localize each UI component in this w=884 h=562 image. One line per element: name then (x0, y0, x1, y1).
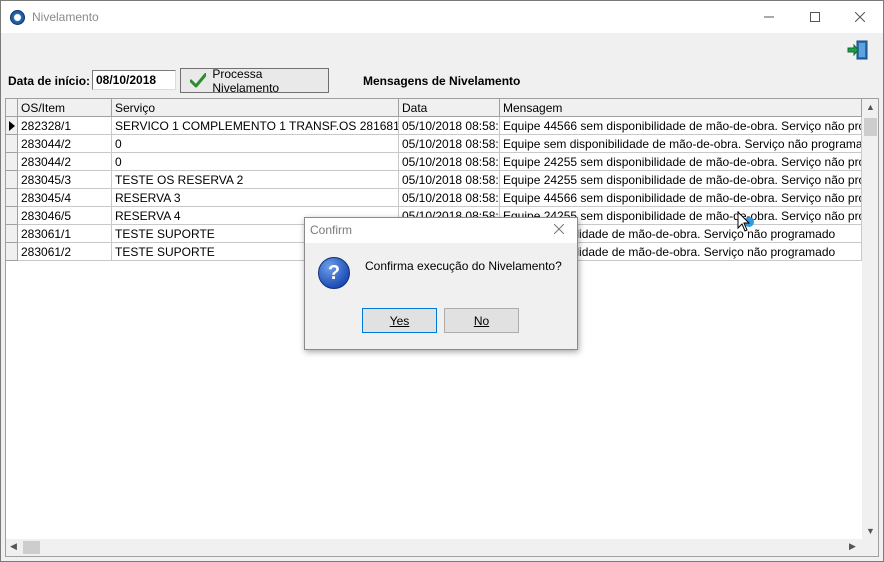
cell-servico[interactable]: SERVICO 1 COMPLEMENTO 1 TRANSF.OS 281681 (112, 117, 399, 135)
column-header-mensagem[interactable]: Mensagem (500, 99, 862, 117)
horizontal-scroll-thumb[interactable] (23, 541, 40, 554)
cell-servico[interactable]: TESTE OS RESERVA 2 (112, 171, 399, 189)
no-button[interactable]: No (444, 308, 519, 333)
cell-mensagem[interactable]: Equipe 44566 sem disponibilidade de mão-… (500, 189, 862, 207)
cell-os-item[interactable]: 283061/2 (18, 243, 112, 261)
maximize-button[interactable] (792, 1, 838, 33)
row-indicator[interactable] (6, 171, 18, 189)
minimize-button[interactable] (746, 1, 792, 33)
cell-os-item[interactable]: 283061/1 (18, 225, 112, 243)
start-date-label: Data de início: (8, 74, 91, 88)
maximize-icon (810, 12, 820, 22)
cell-os-item[interactable]: 283044/2 (18, 153, 112, 171)
scroll-left-icon[interactable]: ◀ (10, 541, 17, 552)
cell-data[interactable]: 05/10/2018 08:58:1 (399, 117, 500, 135)
row-indicator[interactable] (6, 135, 18, 153)
row-indicator[interactable] (6, 225, 18, 243)
column-header-os-item[interactable]: OS/Item (18, 99, 112, 117)
question-icon: ? (318, 257, 350, 289)
cell-os-item[interactable]: 283045/3 (18, 171, 112, 189)
row-indicator[interactable] (6, 117, 18, 135)
cell-os-item[interactable]: 283046/5 (18, 207, 112, 225)
yes-button[interactable]: Yes (362, 308, 437, 333)
confirm-dialog: Confirm ? Confirma execução do Nivelamen… (304, 217, 578, 350)
cell-data[interactable]: 05/10/2018 08:58:1 (399, 171, 500, 189)
grid-corner-header (6, 99, 18, 117)
cell-data[interactable]: 05/10/2018 08:58:1 (399, 189, 500, 207)
cell-data[interactable]: 05/10/2018 08:58:1 (399, 135, 500, 153)
yes-label: Yes (389, 313, 410, 328)
cell-servico[interactable]: RESERVA 3 (112, 189, 399, 207)
cell-servico[interactable]: 0 (112, 153, 399, 171)
cell-data[interactable]: 05/10/2018 08:58:1 (399, 153, 500, 171)
mouse-cursor-icon (737, 211, 754, 232)
current-row-arrow-icon (9, 121, 15, 131)
minimize-icon (764, 16, 774, 18)
vertical-scrollbar[interactable]: ▲ ▼ (862, 99, 878, 539)
close-button[interactable] (837, 1, 883, 33)
close-icon (553, 223, 565, 235)
start-date-input[interactable] (92, 70, 176, 90)
scroll-right-icon[interactable]: ▶ (849, 541, 856, 552)
cell-mensagem[interactable]: Equipe 44566 sem disponibilidade de mão-… (500, 117, 862, 135)
cell-mensagem[interactable]: Equipe 24255 sem disponibilidade de mão-… (500, 153, 862, 171)
window-title: Nivelamento (32, 10, 99, 24)
scroll-down-icon[interactable]: ▼ (866, 526, 875, 536)
vertical-scroll-thumb[interactable] (864, 118, 877, 136)
dialog-message: Confirma execução do Nivelamento? (365, 259, 562, 273)
scroll-up-icon[interactable]: ▲ (866, 102, 875, 112)
horizontal-scrollbar[interactable]: ◀ ▶ (6, 539, 862, 556)
row-indicator[interactable] (6, 207, 18, 225)
process-leveling-button[interactable]: Processa Nivelamento (180, 66, 329, 95)
close-icon (855, 12, 865, 22)
checkmark-icon (190, 73, 207, 88)
column-header-data[interactable]: Data (399, 99, 500, 117)
cell-mensagem[interactable]: Equipe 24255 sem disponibilidade de mão-… (500, 171, 862, 189)
messages-heading: Mensagens de Nivelamento (363, 74, 521, 88)
exit-button[interactable] (847, 39, 869, 61)
dialog-close-button[interactable] (553, 221, 565, 237)
exit-door-icon (847, 40, 868, 60)
row-indicator[interactable] (6, 153, 18, 171)
process-leveling-label: Processa Nivelamento (212, 66, 280, 95)
cell-os-item[interactable]: 283045/4 (18, 189, 112, 207)
row-indicator[interactable] (6, 243, 18, 261)
title-bar: Nivelamento (1, 1, 883, 33)
column-header-servico[interactable]: Serviço (112, 99, 399, 117)
app-icon (10, 10, 25, 25)
cell-os-item[interactable]: 283044/2 (18, 135, 112, 153)
dialog-title: Confirm (310, 223, 353, 237)
scrollbar-corner (862, 539, 878, 556)
cell-mensagem[interactable]: Equipe sem disponibilidade de mão-de-obr… (500, 135, 862, 153)
cell-os-item[interactable]: 282328/1 (18, 117, 112, 135)
no-label: No (473, 313, 490, 328)
dialog-title-bar: Confirm (305, 218, 577, 243)
row-indicator[interactable] (6, 189, 18, 207)
cell-servico[interactable]: 0 (112, 135, 399, 153)
